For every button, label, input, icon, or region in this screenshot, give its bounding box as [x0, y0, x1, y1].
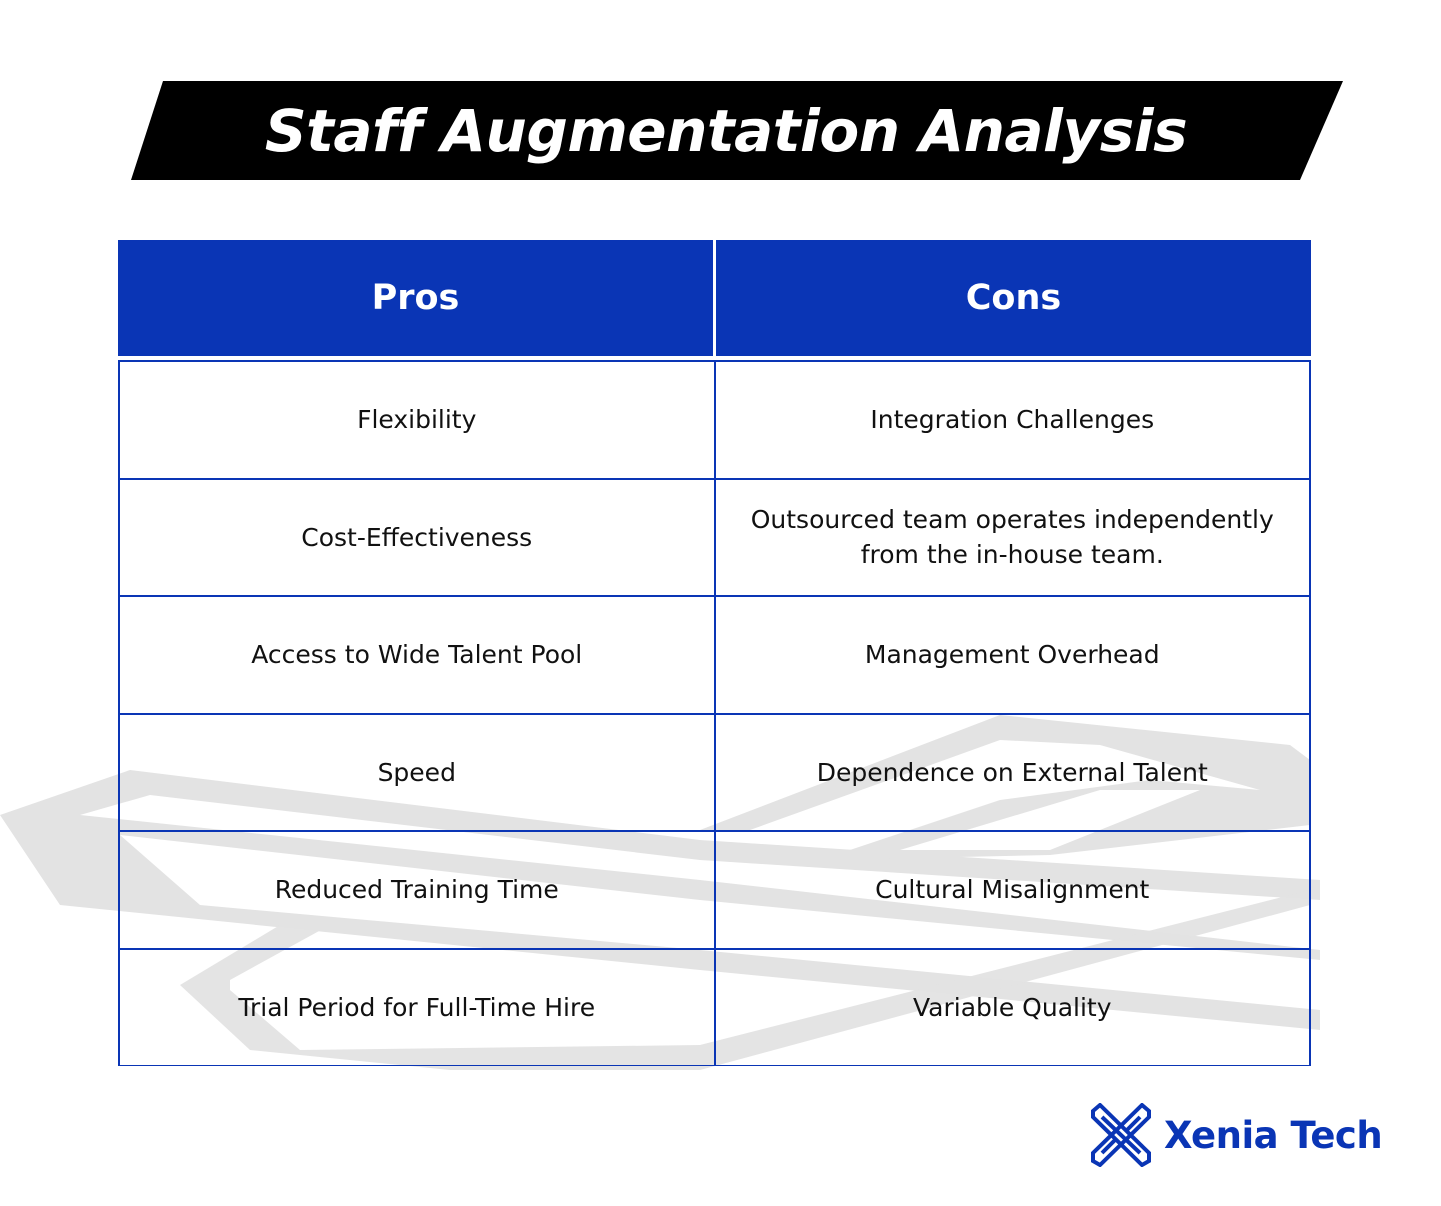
table-row: Speed Dependence on External Talent: [120, 712, 1310, 830]
pro-cell: Reduced Training Time: [274, 875, 559, 905]
pro-cell: Flexibility: [357, 405, 477, 435]
con-cell: Cultural Misalignment: [713, 832, 1310, 948]
con-cell: Outsourced team operates independently f…: [713, 479, 1310, 595]
title-banner: Staff Augmentation Analysis: [131, 81, 1343, 180]
brand-name: Xenia Tech: [1164, 1113, 1383, 1157]
con-cell: Management Overhead: [713, 597, 1310, 713]
header-cons: Cons: [716, 240, 1311, 356]
table-row: Access to Wide Talent Pool Management Ov…: [120, 595, 1309, 713]
pro-cell: Trial Period for Full-Time Hire: [238, 992, 596, 1022]
table-row: Reduced Training Time Cultural Misalignm…: [120, 830, 1309, 948]
table-row: Trial Period for Full-Time Hire Variable…: [120, 947, 1310, 1065]
table-header-row: Pros Cons: [118, 240, 1311, 356]
brand-logo: Xenia Tech: [1090, 1103, 1383, 1167]
pros-cons-table: Pros Cons Flexibility Integration Challe…: [118, 240, 1311, 1066]
pro-cell: Speed: [377, 757, 456, 787]
pro-cell: Cost-Effectiveness: [301, 522, 533, 552]
x-logo-icon: [1091, 1103, 1151, 1167]
table-row: Cost-Effectiveness Outsourced team opera…: [120, 477, 1310, 595]
pro-cell: Access to Wide Talent Pool: [251, 640, 583, 670]
table-body: Flexibility Integration Challenges Cost-…: [118, 360, 1311, 1066]
con-cell: Dependence on External Talent: [713, 714, 1310, 830]
header-pros: Pros: [118, 240, 713, 356]
page-title: Staff Augmentation Analysis: [264, 96, 1188, 165]
con-cell: Variable Quality: [713, 949, 1310, 1065]
table-row: Flexibility Integration Challenges: [120, 362, 1309, 478]
con-cell: Integration Challenges: [713, 362, 1310, 478]
